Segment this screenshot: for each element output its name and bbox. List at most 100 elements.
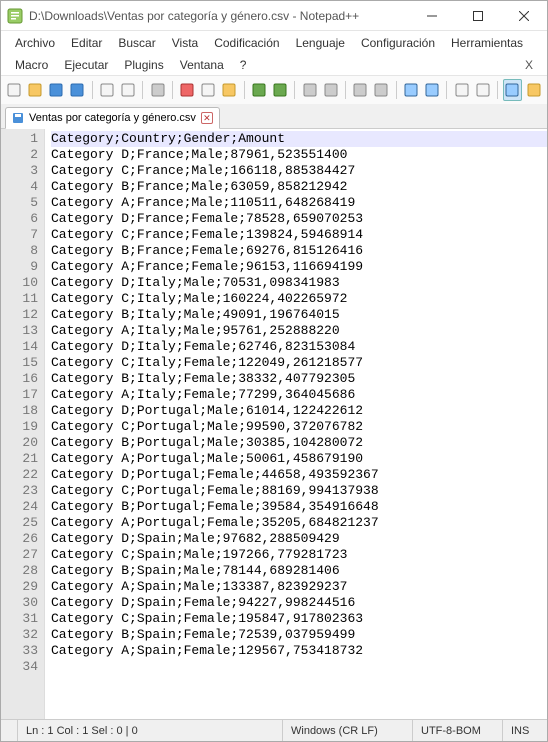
code-line[interactable]: Category C;France;Male;166118,885384427 bbox=[51, 163, 547, 179]
open-file-icon[interactable] bbox=[26, 79, 45, 101]
print-icon[interactable] bbox=[148, 79, 167, 101]
code-line[interactable]: Category D;Portugal;Male;61014,122422612 bbox=[51, 403, 547, 419]
menu-?[interactable]: ? bbox=[232, 55, 255, 75]
code-line[interactable]: Category C;Italy;Male;160224,402265972 bbox=[51, 291, 547, 307]
line-number: 33 bbox=[1, 643, 38, 659]
code-line[interactable]: Category D;France;Female;78528,659070253 bbox=[51, 211, 547, 227]
app-icon bbox=[7, 8, 23, 24]
maximize-button[interactable] bbox=[455, 1, 501, 31]
code-line[interactable]: Category D;Portugal;Female;44658,4935923… bbox=[51, 467, 547, 483]
tab-label: Ventas por categoría y género.csv bbox=[29, 112, 196, 124]
menu-plugins[interactable]: Plugins bbox=[116, 55, 171, 75]
menubar-x-icon[interactable]: X bbox=[517, 55, 541, 75]
menu-macro[interactable]: Macro bbox=[7, 55, 56, 75]
save-all-icon[interactable] bbox=[68, 79, 87, 101]
code-line[interactable]: Category A;Portugal;Female;35205,6848212… bbox=[51, 515, 547, 531]
code-line[interactable]: Category C;Portugal;Male;99590,372076782 bbox=[51, 419, 547, 435]
code-line[interactable]: Category A;Italy;Female;77299,364045686 bbox=[51, 387, 547, 403]
status-insert-mode[interactable]: INS bbox=[503, 720, 547, 741]
code-line[interactable]: Category D;France;Male;87961,523551400 bbox=[51, 147, 547, 163]
menu-lenguaje[interactable]: Lenguaje bbox=[288, 33, 353, 53]
line-number: 28 bbox=[1, 563, 38, 579]
menu-herramientas[interactable]: Herramientas bbox=[443, 33, 531, 53]
status-eol[interactable]: Windows (CR LF) bbox=[283, 720, 413, 741]
code-line[interactable]: Category C;France;Female;139824,59468914 bbox=[51, 227, 547, 243]
doc-map-icon[interactable] bbox=[524, 79, 543, 101]
code-line[interactable]: Category;Country;Gender;Amount bbox=[51, 131, 547, 147]
menu-vista[interactable]: Vista bbox=[164, 33, 206, 53]
copy-icon[interactable] bbox=[199, 79, 218, 101]
editor[interactable]: 1234567891011121314151617181920212223242… bbox=[1, 129, 547, 719]
code-line[interactable]: Category A;Spain;Male;133387,823929237 bbox=[51, 579, 547, 595]
menu-ventana[interactable]: Ventana bbox=[172, 55, 232, 75]
sync-v-icon[interactable] bbox=[402, 79, 421, 101]
menu-archivo[interactable]: Archivo bbox=[7, 33, 63, 53]
toolbar-separator bbox=[345, 81, 346, 99]
indent-guide-icon[interactable] bbox=[503, 79, 522, 101]
line-number: 14 bbox=[1, 339, 38, 355]
code-line[interactable]: Category B;Portugal;Male;30385,104280072 bbox=[51, 435, 547, 451]
line-number: 10 bbox=[1, 275, 38, 291]
code-line[interactable]: Category D;Italy;Female;62746,823153084 bbox=[51, 339, 547, 355]
code-line[interactable]: Category D;Spain;Female;94227,998244516 bbox=[51, 595, 547, 611]
cut-icon[interactable] bbox=[178, 79, 197, 101]
status-encoding[interactable]: UTF-8-BOM bbox=[413, 720, 503, 741]
minimize-button[interactable] bbox=[409, 1, 455, 31]
file-tab[interactable]: Ventas por categoría y género.csv ✕ bbox=[5, 107, 220, 129]
zoom-in-icon[interactable] bbox=[351, 79, 370, 101]
code-line[interactable]: Category A;Italy;Male;95761,252888220 bbox=[51, 323, 547, 339]
code-line[interactable]: Category A;Portugal;Male;50061,458679190 bbox=[51, 451, 547, 467]
menu-codificación[interactable]: Codificación bbox=[206, 33, 287, 53]
code-line[interactable]: Category D;Spain;Male;97682,288509429 bbox=[51, 531, 547, 547]
line-number: 4 bbox=[1, 179, 38, 195]
code-line[interactable]: Category C;Spain;Male;197266,779281723 bbox=[51, 547, 547, 563]
code-line[interactable]: Category B;France;Female;69276,815126416 bbox=[51, 243, 547, 259]
line-number: 7 bbox=[1, 227, 38, 243]
replace-icon[interactable] bbox=[321, 79, 340, 101]
close-button[interactable] bbox=[501, 1, 547, 31]
line-number: 24 bbox=[1, 499, 38, 515]
menu-editar[interactable]: Editar bbox=[63, 33, 110, 53]
line-number: 25 bbox=[1, 515, 38, 531]
code-line[interactable]: Category B;France;Male;63059,858212942 bbox=[51, 179, 547, 195]
wordwrap-icon[interactable] bbox=[452, 79, 471, 101]
toolbar-separator bbox=[92, 81, 93, 99]
zoom-out-icon[interactable] bbox=[372, 79, 391, 101]
paste-icon[interactable] bbox=[220, 79, 239, 101]
sync-h-icon[interactable] bbox=[422, 79, 441, 101]
close-file-icon[interactable] bbox=[97, 79, 116, 101]
code-line[interactable]: Category C;Portugal;Female;88169,9941379… bbox=[51, 483, 547, 499]
line-number: 9 bbox=[1, 259, 38, 275]
code-area[interactable]: Category;Country;Gender;AmountCategory D… bbox=[45, 129, 547, 719]
undo-icon[interactable] bbox=[250, 79, 269, 101]
new-file-icon[interactable] bbox=[5, 79, 24, 101]
code-line[interactable]: Category D;Italy;Male;70531,098341983 bbox=[51, 275, 547, 291]
code-line[interactable]: Category B;Italy;Male;49091,196764015 bbox=[51, 307, 547, 323]
code-line[interactable]: Category A;France;Female;96153,116694199 bbox=[51, 259, 547, 275]
code-line[interactable]: Category A;France;Male;110511,648268419 bbox=[51, 195, 547, 211]
tab-close-icon[interactable]: ✕ bbox=[201, 112, 213, 124]
code-line[interactable]: Category B;Portugal;Female;39584,3549166… bbox=[51, 499, 547, 515]
save-icon[interactable] bbox=[47, 79, 66, 101]
toolbar-separator bbox=[446, 81, 447, 99]
code-line[interactable] bbox=[51, 659, 547, 675]
line-number: 18 bbox=[1, 403, 38, 419]
code-line[interactable]: Category C;Italy;Female;122049,261218577 bbox=[51, 355, 547, 371]
code-line[interactable]: Category C;Spain;Female;195847,917802363 bbox=[51, 611, 547, 627]
line-number: 26 bbox=[1, 531, 38, 547]
window-controls bbox=[409, 1, 547, 31]
code-line[interactable]: Category B;Spain;Male;78144,689281406 bbox=[51, 563, 547, 579]
redo-icon[interactable] bbox=[270, 79, 289, 101]
find-icon[interactable] bbox=[300, 79, 319, 101]
menu-buscar[interactable]: Buscar bbox=[110, 33, 163, 53]
line-number: 21 bbox=[1, 451, 38, 467]
line-number: 29 bbox=[1, 579, 38, 595]
code-line[interactable]: Category A;Spain;Female;129567,753418732 bbox=[51, 643, 547, 659]
all-chars-icon[interactable] bbox=[473, 79, 492, 101]
close-all-icon[interactable] bbox=[118, 79, 137, 101]
code-line[interactable]: Category B;Italy;Female;38332,407792305 bbox=[51, 371, 547, 387]
code-line[interactable]: Category B;Spain;Female;72539,037959499 bbox=[51, 627, 547, 643]
toolbar bbox=[1, 75, 547, 105]
menu-configuración[interactable]: Configuración bbox=[353, 33, 443, 53]
menu-ejecutar[interactable]: Ejecutar bbox=[56, 55, 116, 75]
